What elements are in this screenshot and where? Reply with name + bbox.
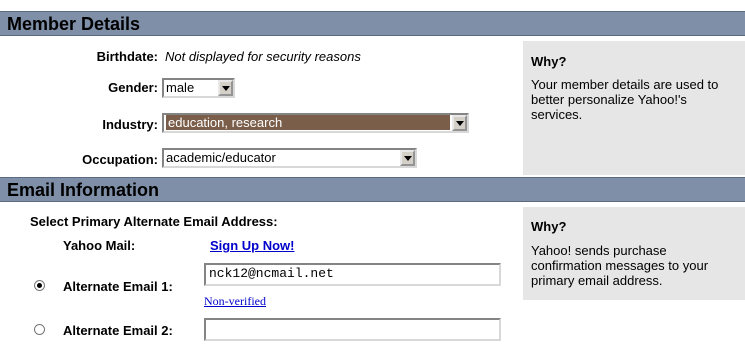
industry-select[interactable]: education, research	[162, 113, 469, 133]
why-title: Why?	[531, 219, 567, 234]
alternate-email-1-label: Alternate Email 1:	[63, 279, 173, 294]
why-text: Your member details are used to better p…	[531, 77, 719, 122]
alternate-email-2-label: Alternate Email 2:	[63, 323, 173, 338]
industry-label: Industry:	[102, 117, 158, 132]
alternate-email-2-field[interactable]	[204, 318, 501, 341]
occupation-select-value: academic/educator	[166, 150, 276, 165]
gender-select[interactable]: male	[162, 78, 235, 98]
why-text: Yahoo! sends purchase confirmation messa…	[531, 243, 709, 288]
email-why-panel: Why? Yahoo! sends purchase confirmation …	[523, 207, 745, 300]
alternate-email-1-radio[interactable]	[34, 280, 45, 291]
occupation-label: Occupation:	[82, 152, 158, 167]
why-title: Why?	[531, 54, 567, 69]
non-verified-link[interactable]: Non-verified	[204, 294, 266, 309]
email-information-header: Email Information	[0, 177, 745, 202]
industry-select-value: education, research	[166, 115, 450, 130]
occupation-select[interactable]: academic/educator	[162, 148, 417, 168]
member-details-header: Member Details	[0, 11, 745, 36]
member-details-why-panel: Why? Your member details are used to bet…	[523, 41, 745, 175]
chevron-down-icon[interactable]	[452, 115, 467, 131]
birthdate-label: Birthdate:	[96, 49, 158, 64]
gender-label: Gender:	[108, 80, 158, 95]
select-primary-label: Select Primary Alternate Email Address:	[30, 214, 278, 229]
yahoo-mail-label: Yahoo Mail:	[63, 238, 136, 253]
chevron-down-icon[interactable]	[218, 80, 233, 96]
alternate-email-1-field[interactable]: nck12@ncmail.net	[204, 263, 501, 286]
alternate-email-2-radio[interactable]	[34, 324, 45, 335]
chevron-down-icon[interactable]	[400, 150, 415, 166]
birthdate-value: Not displayed for security reasons	[165, 49, 361, 64]
sign-up-now-link[interactable]: Sign Up Now!	[210, 238, 295, 253]
gender-select-value: male	[166, 80, 195, 95]
